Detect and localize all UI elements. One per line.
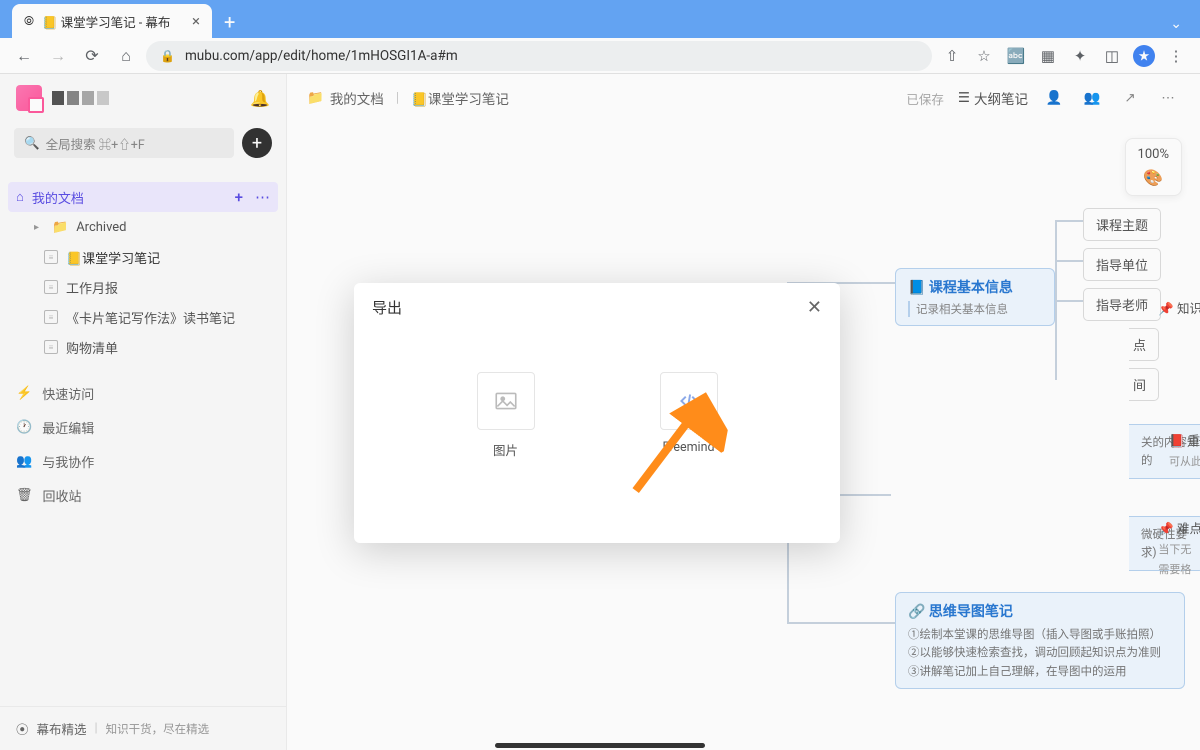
export-modal: 导出 ✕ 图片 Freemind xyxy=(354,283,840,543)
modal-title: 导出 xyxy=(372,297,402,318)
home-indicator xyxy=(495,743,705,748)
export-option-image[interactable]: 图片 xyxy=(477,372,535,459)
image-icon xyxy=(477,372,535,430)
close-icon[interactable]: ✕ xyxy=(807,297,822,318)
